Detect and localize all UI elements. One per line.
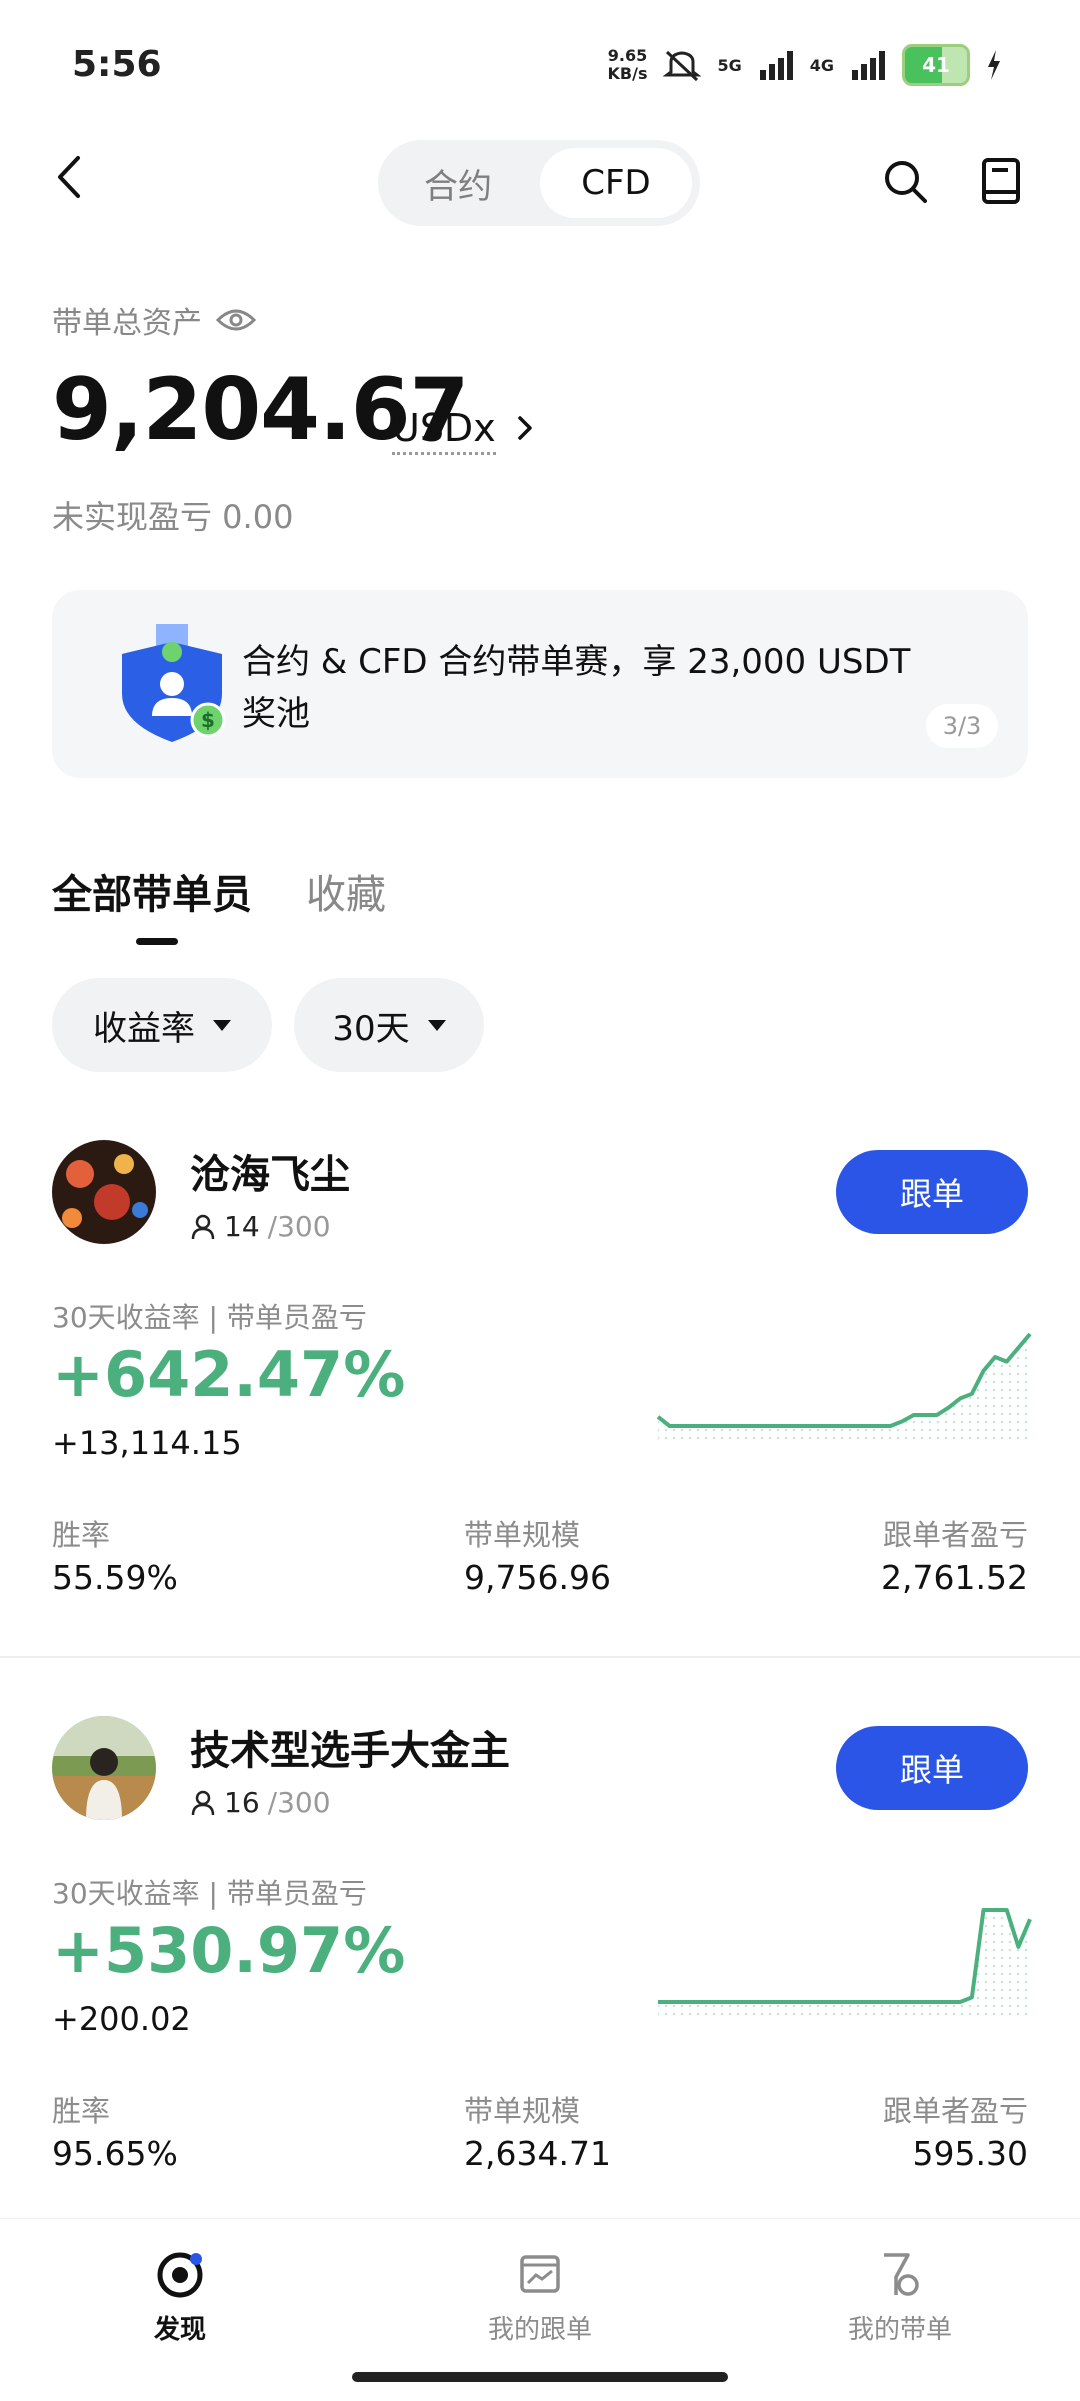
copy-trade-icon — [520, 2255, 560, 2293]
period-filter[interactable]: 30天 — [294, 978, 484, 1072]
network-speed-unit: KB/s — [607, 64, 648, 83]
trader-pnl: +200.02 — [52, 2000, 191, 2038]
eye-icon[interactable] — [216, 306, 256, 334]
sort-filter-label: 收益率 — [93, 1008, 195, 1049]
nav-discover[interactable]: 发现 — [80, 2249, 280, 2346]
user-icon — [191, 1790, 215, 1815]
nav-my-copy-label: 我的跟单 — [487, 2315, 592, 2345]
trader-name: 技术型选手大金主 — [190, 1728, 510, 1774]
follower-count: 16/300 — [190, 1786, 331, 1819]
sort-filter[interactable]: 收益率 — [52, 978, 272, 1072]
asset-unit[interactable]: USDx — [392, 406, 496, 455]
net-5g-label: 5G — [717, 55, 742, 75]
caret-down-icon — [427, 1019, 446, 1031]
follower-capacity: /300 — [267, 1786, 331, 1819]
follower-pnl-label: 跟单者盈亏 — [882, 2094, 1028, 2128]
roi-sparkline — [656, 1332, 1032, 1444]
roi-sub-label: 30天收益率 | 带单员盈亏 — [52, 1301, 367, 1334]
follower-pnl-label: 跟单者盈亏 — [882, 1518, 1028, 1552]
banner-text: 合约 & CFD 合约带单赛，享 23,000 USDT 奖池 — [242, 642, 911, 734]
trader-card[interactable]: 技术型选手大金主 16/300 跟单 30天收益率 | 带单员盈亏 +530.9… — [0, 1696, 1080, 2196]
avatar[interactable] — [52, 1140, 156, 1244]
period-filter-label: 30天 — [332, 1008, 410, 1049]
chevron-right-icon[interactable] — [510, 410, 540, 446]
promo-banner[interactable]: $ 合约 & CFD 合约带单赛，享 23,000 USDT 奖池 3/3 — [52, 590, 1028, 778]
svg-text:$: $ — [201, 708, 215, 732]
search-icon[interactable] — [878, 154, 932, 208]
follower-count: 14/300 — [190, 1210, 331, 1243]
follow-button[interactable]: 跟单 — [836, 1726, 1028, 1810]
follow-button[interactable]: 跟单 — [836, 1150, 1028, 1234]
sparkline-line — [658, 1908, 1032, 2004]
lead-trade-icon — [884, 2253, 919, 2296]
signal-icon — [759, 51, 793, 80]
signal-icon-2 — [852, 51, 885, 80]
card-divider — [0, 1656, 1080, 1658]
nav-discover-label: 发现 — [153, 2315, 206, 2345]
net-4g-label: 4G — [809, 55, 834, 75]
user-icon — [191, 1214, 215, 1239]
follower-current: 14 — [224, 1210, 260, 1243]
guide-book-icon[interactable] — [974, 154, 1028, 208]
follower-pnl-value: 595.30 — [912, 2134, 1028, 2173]
charging-icon — [988, 50, 1000, 80]
win-rate-value: 95.65% — [52, 2134, 178, 2173]
nav-my-copy[interactable]: 我的跟单 — [440, 2249, 640, 2346]
aum-label: 带单规模 — [464, 2094, 581, 2128]
win-rate-value: 55.59% — [52, 1558, 178, 1597]
battery-icon: 41 — [902, 44, 970, 86]
discover-icon — [157, 2252, 203, 2298]
roi-value: +530.97% — [52, 1914, 406, 1987]
roi-sub-label: 30天收益率 | 带单员盈亏 — [52, 1877, 367, 1910]
roi-value: +642.47% — [52, 1338, 406, 1411]
asset-title: 带单总资产 — [52, 298, 256, 342]
aum-value: 9,756.96 — [464, 1558, 611, 1597]
status-icons: 9.65 KB/s 5G 4G 41 — [608, 44, 1003, 86]
tab-cfd[interactable]: CFD — [540, 148, 692, 218]
follower-capacity: /300 — [267, 1210, 331, 1243]
win-rate-label: 胜率 — [52, 1518, 111, 1552]
aum-value: 2,634.71 — [464, 2134, 611, 2173]
follower-pnl-value: 2,761.52 — [881, 1558, 1028, 1597]
win-rate-label: 胜率 — [52, 2094, 111, 2128]
aum-label: 带单规模 — [464, 1518, 581, 1552]
home-indicator — [352, 2372, 728, 2382]
banner-pager: 3/3 — [926, 704, 998, 748]
back-arrow-icon[interactable] — [44, 150, 98, 204]
network-speed-value: 9.65 — [607, 46, 648, 65]
mute-icon — [663, 50, 702, 82]
trader-name: 沧海飞尘 — [190, 1152, 350, 1198]
trader-pnl: +13,114.15 — [52, 1424, 242, 1462]
trader-card[interactable]: 沧海飞尘 14/300 跟单 30天收益率 | 带单员盈亏 +642.47% +… — [0, 1120, 1080, 1640]
caret-down-icon — [213, 1019, 231, 1031]
nav-my-lead[interactable]: 我的带单 — [800, 2249, 1000, 2346]
asset-title-label: 带单总资产 — [52, 306, 202, 341]
avatar[interactable] — [52, 1716, 156, 1820]
tab-favorites[interactable]: 收藏 — [306, 862, 386, 920]
tab-futures[interactable]: 合约 — [388, 148, 528, 218]
active-tab-indicator — [136, 938, 178, 945]
nav-my-lead-label: 我的带单 — [847, 2315, 952, 2345]
follower-current: 16 — [224, 1786, 260, 1819]
market-segment-control: 合约 CFD — [378, 140, 700, 226]
network-speed: 9.65 KB/s — [608, 47, 648, 83]
roi-sparkline — [658, 1908, 1032, 2020]
unrealized-pnl: 未实现盈亏 0.00 — [52, 498, 294, 536]
tab-all-traders[interactable]: 全部带单员 — [52, 862, 252, 920]
status-time: 5:56 — [72, 44, 162, 85]
shield-user-icon: $ — [122, 624, 226, 742]
